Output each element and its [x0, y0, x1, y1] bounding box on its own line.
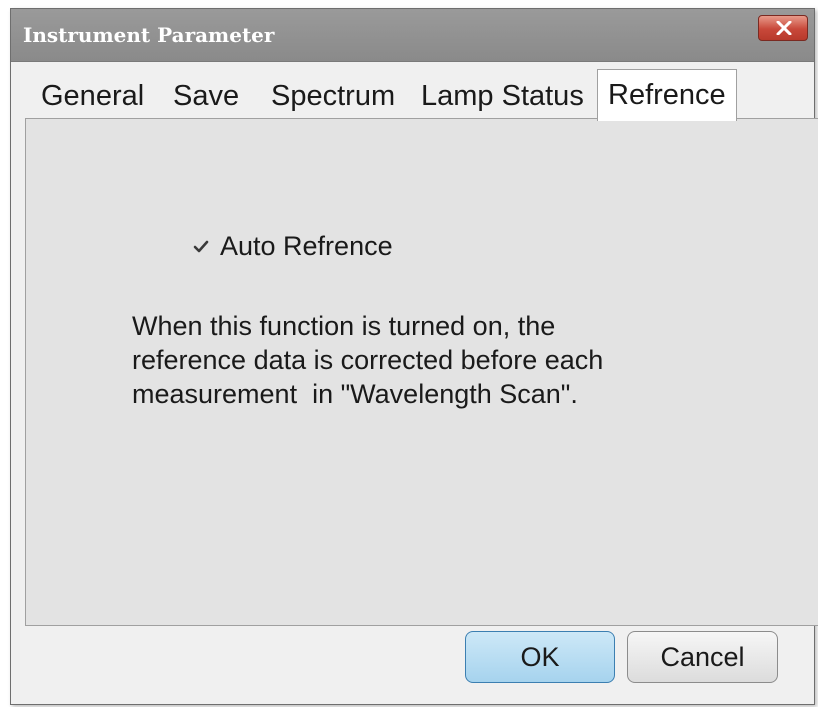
checkbox-label: Auto Refrence — [220, 231, 393, 261]
window-title: Instrument Parameter — [23, 23, 275, 47]
tab-save[interactable]: Save — [173, 74, 239, 118]
ok-button[interactable]: OK — [465, 631, 615, 683]
description-line: measurement in "Wavelength Scan". — [132, 379, 578, 409]
checkmark-icon — [193, 240, 209, 252]
auto-refrence-checkbox[interactable]: Auto Refrence — [190, 231, 393, 262]
tab-spectrum[interactable]: Spectrum — [271, 74, 395, 118]
description-line: When this function is turned on, the — [132, 311, 556, 341]
checkbox-box[interactable] — [190, 236, 212, 258]
tab-refrence[interactable]: Refrence — [597, 69, 737, 121]
close-icon — [776, 21, 792, 35]
cancel-button[interactable]: Cancel — [627, 631, 778, 683]
title-bar[interactable]: Instrument Parameter — [11, 9, 814, 62]
close-button[interactable] — [758, 15, 808, 41]
tab-general[interactable]: General — [41, 74, 144, 118]
description-line: reference data is corrected before each — [132, 345, 604, 375]
tab-strip: General Save Spectrum Lamp Status Refren… — [25, 69, 818, 121]
dialog-window: Instrument Parameter General Save Spectr… — [10, 8, 818, 705]
tab-lamp-status[interactable]: Lamp Status — [421, 74, 584, 118]
description-text: When this function is turned on, the ref… — [132, 309, 732, 411]
refrence-tab-panel: Auto Refrence When this function is turn… — [25, 118, 818, 626]
